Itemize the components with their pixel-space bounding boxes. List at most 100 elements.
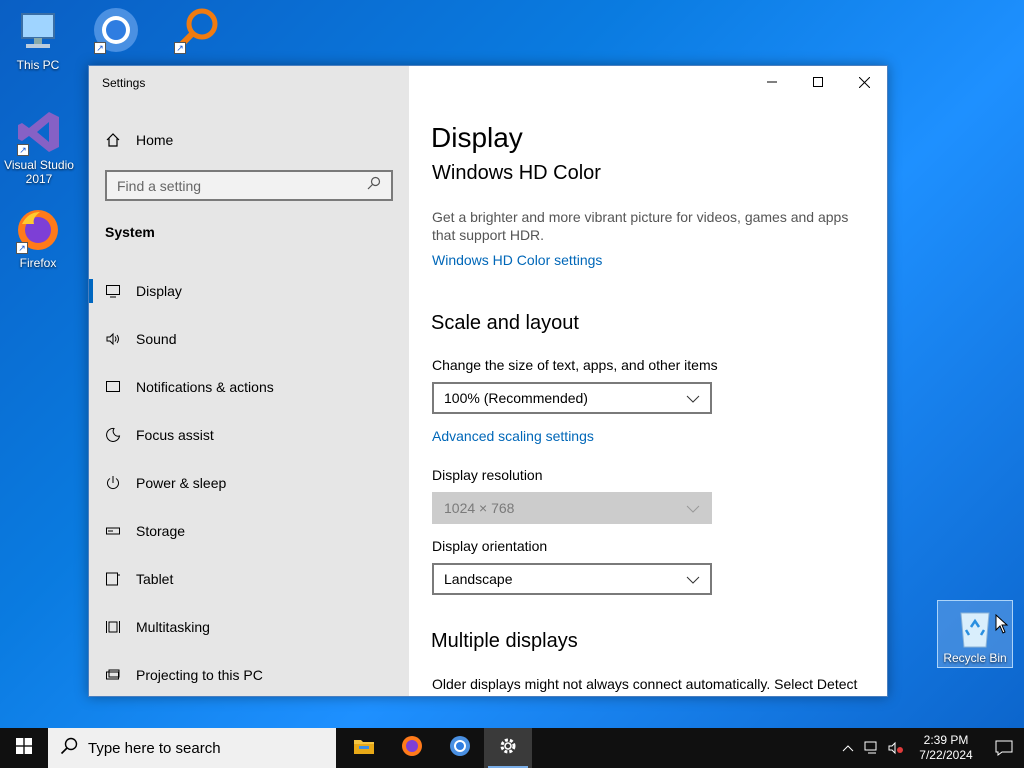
action-center-icon[interactable] [984,740,1024,756]
gear-icon [498,736,518,761]
scale-dropdown-value: 100% (Recommended) [444,390,588,406]
visual-studio-icon: ↗ [15,108,63,156]
mouse-cursor-icon [995,613,1009,639]
firefox-icon [401,735,423,762]
multiple-displays-description: Older displays might not always connect … [432,676,858,692]
taskbar-search-box[interactable]: Type here to search [48,728,336,768]
clock-time: 2:39 PM [923,733,969,747]
sidebar-item-label: Focus assist [136,427,214,443]
maximize-button[interactable] [795,66,841,98]
hd-color-heading: Windows HD Color [432,162,601,184]
network-icon[interactable] [860,741,884,755]
resolution-dropdown-value: 1024 × 768 [444,500,515,516]
content-pane: Display Windows HD Color Get a brighter … [409,66,887,696]
sidebar-item-label: Notifications & actions [136,379,274,395]
sidebar-item-multitasking[interactable]: Multitasking [89,603,409,651]
recycle-bin-icon [955,605,995,649]
home-icon [105,132,121,148]
speaker-muted-icon[interactable] [884,741,908,755]
resolution-label: Display resolution [432,467,543,483]
scale-layout-heading: Scale and layout [431,312,579,334]
sidebar-item-label: Display [136,283,182,299]
find-setting-input[interactable]: Find a setting [105,170,393,201]
chevron-up-icon[interactable] [836,744,860,752]
chevron-down-icon [686,571,700,587]
sidebar-item-tablet[interactable]: Tablet [89,555,409,603]
desktop-icon-firefox[interactable]: ↗ Firefox [0,206,76,270]
magnifier-icon: ↗ [172,6,220,54]
search-icon [367,176,381,195]
desktop-icon-chrome[interactable]: ↗ [78,6,154,56]
minimize-button[interactable] [749,66,795,98]
sidebar-item-label: Sound [136,331,177,347]
firefox-icon: ↗ [14,206,62,254]
speaker-icon [105,331,121,347]
sidebar-item-notifications[interactable]: Notifications & actions [89,363,409,411]
scale-dropdown[interactable]: 100% (Recommended) [432,382,712,414]
power-icon [105,475,121,491]
sidebar-item-label: Multitasking [136,619,210,635]
moon-icon [105,427,121,443]
desktop-icon-this-pc[interactable]: This PC [0,8,76,72]
hd-color-settings-link[interactable]: Windows HD Color settings [432,252,602,268]
storage-icon [105,523,121,539]
taskbar-settings[interactable] [484,728,532,768]
sidebar-item-focus-assist[interactable]: Focus assist [89,411,409,459]
window-controls [749,66,887,98]
chrome-icon [449,735,471,762]
taskbar-chrome[interactable] [436,728,484,768]
resolution-dropdown: 1024 × 768 [432,492,712,524]
multiple-displays-heading: Multiple displays [431,630,578,652]
scale-size-label: Change the size of text, apps, and other… [432,357,718,373]
orientation-label: Display orientation [432,538,548,554]
close-button[interactable] [841,66,887,98]
projector-icon [105,667,121,683]
monitor-icon [105,283,121,299]
sidebar-home-label: Home [136,132,174,148]
sidebar-item-label: Projecting to this PC [136,667,263,683]
windows-logo-icon [16,737,32,759]
chrome-icon: ↗ [92,6,140,54]
desktop-icon-visual-studio[interactable]: ↗ Visual Studio 2017 [0,108,78,186]
sidebar: Settings Home Find a setting System Disp… [89,66,409,696]
desktop-icon-label: Firefox [19,256,57,270]
taskbar-file-explorer[interactable] [340,728,388,768]
orientation-dropdown[interactable]: Landscape [432,563,712,595]
taskbar-clock[interactable]: 2:39 PM 7/22/2024 [908,733,984,763]
window-title: Settings [102,76,146,90]
tablet-icon [105,571,121,587]
orientation-dropdown-value: Landscape [444,571,513,587]
page-title: Display [431,122,523,153]
sidebar-item-storage[interactable]: Storage [89,507,409,555]
sidebar-home[interactable]: Home [105,130,173,150]
search-placeholder: Find a setting [117,177,202,194]
notification-icon [105,379,121,395]
sidebar-item-label: Storage [136,523,186,539]
advanced-scaling-link[interactable]: Advanced scaling settings [432,428,594,444]
search-icon [60,737,78,759]
recycle-bin-label: Recycle Bin [943,651,1007,665]
desktop-icon-label: This PC [16,58,60,72]
chevron-down-icon [686,390,700,406]
sidebar-item-sound[interactable]: Sound [89,315,409,363]
sidebar-nav: Display Sound Notifications & actions Fo… [89,267,409,696]
sidebar-item-label: Tablet [136,571,174,587]
chevron-down-icon [686,500,700,516]
sidebar-item-power-sleep[interactable]: Power & sleep [89,459,409,507]
sidebar-item-label: Power & sleep [136,475,227,491]
taskbar: Type here to search 2:39 PM 7/22/2024 [0,728,1024,768]
taskbar-apps [340,728,532,768]
section-title: System [105,224,155,240]
hd-color-description: Get a brighter and more vibrant picture … [432,209,849,243]
system-tray: 2:39 PM 7/22/2024 [836,728,1024,768]
clock-date: 7/22/2024 [919,748,973,762]
folder-icon [353,737,375,760]
desktop-icon-label: Visual Studio 2017 [4,158,74,186]
taskbar-firefox[interactable] [388,728,436,768]
taskbar-search-placeholder: Type here to search [88,739,221,757]
start-button[interactable] [0,728,48,768]
sidebar-item-projecting[interactable]: Projecting to this PC [89,651,409,696]
desktop-icon-everything[interactable]: ↗ [158,6,234,56]
computer-icon [14,8,62,56]
sidebar-item-display[interactable]: Display [89,267,409,315]
